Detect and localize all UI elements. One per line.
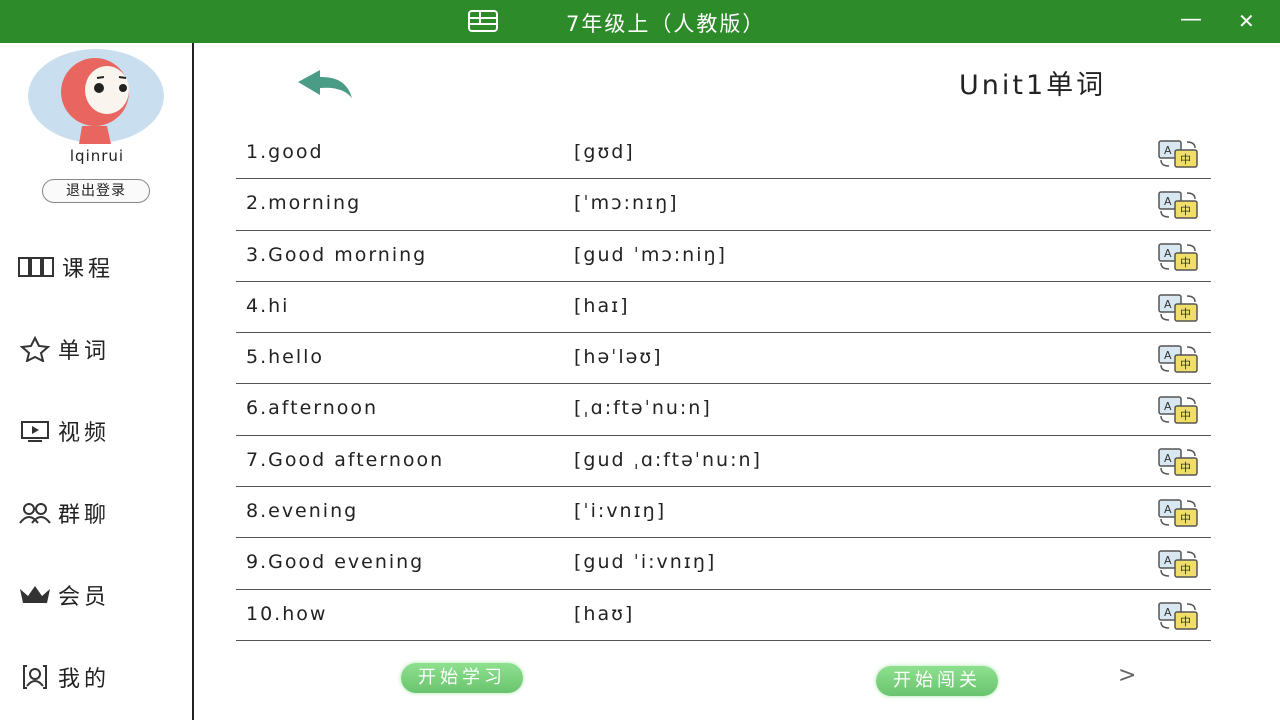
next-page-button[interactable]: > xyxy=(1118,663,1136,688)
translate-icon[interactable]: A中 xyxy=(1157,447,1201,477)
svg-text:A: A xyxy=(1164,247,1172,260)
word-row[interactable]: 9.Good evening [gud ˈi:vnɪŋ] A 中 xyxy=(236,538,1211,590)
word-phonetic: [gud ˌɑ:ftəˈnu:n] xyxy=(574,448,762,471)
logout-button[interactable]: 退出登录 xyxy=(42,179,150,203)
word-label: 10.how xyxy=(246,602,328,625)
word-phonetic: [ˈmɔ:nɪŋ] xyxy=(574,192,679,215)
window-title: 7年级上（人教版） xyxy=(566,12,766,36)
username: lqinrui xyxy=(69,147,125,165)
word-phonetic: [gud ˈi:vnɪŋ] xyxy=(574,551,717,574)
svg-text:中: 中 xyxy=(1180,512,1191,525)
word-label: 1.good xyxy=(246,141,324,163)
back-arrow-icon[interactable] xyxy=(296,68,356,104)
start-challenge-button[interactable]: 开始闯关 xyxy=(876,666,998,696)
word-list: 1.good [gʊd] A 中 2.morning [ˈmɔ:nɪŋ] A 中 3.Good … xyxy=(236,128,1211,641)
svg-text:中: 中 xyxy=(1180,358,1191,371)
sidebar: lqinrui 退出登录 课程 单词 视频 群聊 会员 我的 xyxy=(0,43,194,720)
sidebar-item-label: 课程 xyxy=(62,257,115,282)
word-row[interactable]: 1.good [gʊd] A 中 xyxy=(236,128,1211,180)
svg-text:中: 中 xyxy=(1180,307,1191,320)
svg-text:A: A xyxy=(1164,349,1172,362)
svg-text:A: A xyxy=(1164,503,1172,516)
svg-text:中: 中 xyxy=(1180,256,1191,269)
word-row[interactable]: 7.Good afternoon [gud ˌɑ:ftəˈnu:n] A 中 xyxy=(236,436,1211,488)
svg-text:A: A xyxy=(1164,144,1172,157)
translate-icon[interactable]: A中 xyxy=(1157,190,1201,220)
svg-text:A: A xyxy=(1164,554,1172,567)
word-label: 9.Good evening xyxy=(246,551,425,574)
word-phonetic: [haɪ] xyxy=(574,294,630,317)
word-row[interactable]: 2.morning [ˈmɔ:nɪŋ] A 中 xyxy=(236,179,1211,231)
sidebar-item-label: 视频 xyxy=(58,421,111,446)
sidebar-item-label: 我的 xyxy=(58,667,111,692)
sidebar-item-mine[interactable]: 我的 xyxy=(18,661,110,693)
profile-icon xyxy=(23,665,47,689)
sidebar-item-membership[interactable]: 会员 xyxy=(18,579,110,611)
crown-icon xyxy=(20,586,50,603)
word-label: 6.afternoon xyxy=(246,397,379,420)
svg-text:A: A xyxy=(1164,452,1172,465)
svg-text:中: 中 xyxy=(1180,204,1191,217)
svg-text:A: A xyxy=(1164,400,1172,413)
start-learning-button[interactable]: 开始学习 xyxy=(401,663,523,693)
video-icon xyxy=(21,421,49,442)
word-label: 2.morning xyxy=(246,192,362,215)
translate-icon[interactable]: A中 xyxy=(1157,139,1201,169)
word-phonetic: [ˈi:vnɪŋ] xyxy=(574,500,667,523)
sidebar-item-group-chat[interactable]: 群聊 xyxy=(18,497,110,529)
translate-icon[interactable]: A中 xyxy=(1157,344,1201,374)
translate-icon[interactable]: A中 xyxy=(1157,601,1201,631)
book-icon xyxy=(18,257,54,277)
word-label: 7.Good afternoon xyxy=(246,448,445,471)
word-phonetic: [haʊ] xyxy=(574,602,635,625)
word-row[interactable]: 4.hi [haɪ] A 中 xyxy=(236,282,1211,334)
group-icon xyxy=(19,503,51,524)
word-row[interactable]: 6.afternoon [ˌɑ:ftəˈnu:n] A 中 xyxy=(236,384,1211,436)
word-label: 3.Good morning xyxy=(246,243,428,266)
svg-text:A: A xyxy=(1164,195,1172,208)
translate-icon[interactable]: A中 xyxy=(1157,395,1201,425)
main-content: Unit1单词 1.good [gʊd] A 中 2.morning [ˈmɔ:nɪŋ] A… xyxy=(196,43,1280,720)
svg-text:中: 中 xyxy=(1180,563,1191,576)
title-bar: 7年级上（人教版） — ✕ xyxy=(0,0,1280,43)
word-row[interactable]: 8.evening [ˈi:vnɪŋ] A 中 xyxy=(236,487,1211,539)
svg-text:中: 中 xyxy=(1180,615,1191,628)
app-logo-icon xyxy=(468,10,498,32)
word-phonetic: [gʊd] xyxy=(574,141,635,163)
minimize-button[interactable]: — xyxy=(1180,7,1202,32)
word-phonetic: [həˈləʊ] xyxy=(574,346,663,369)
translate-icon[interactable]: A中 xyxy=(1157,293,1201,323)
unit-title: Unit1单词 xyxy=(959,70,1107,101)
close-button[interactable]: ✕ xyxy=(1238,9,1255,33)
translate-icon[interactable]: A中 xyxy=(1157,242,1201,272)
star-icon xyxy=(19,336,51,362)
word-label: 8.evening xyxy=(246,500,359,523)
translate-icon[interactable]: A中 xyxy=(1157,498,1201,528)
sidebar-item-label: 群聊 xyxy=(58,503,111,528)
svg-text:A: A xyxy=(1164,606,1172,619)
word-phonetic: [gud ˈmɔ:niŋ] xyxy=(574,243,727,266)
word-label: 5.hello xyxy=(246,346,325,369)
word-row[interactable]: 10.how [haʊ] A 中 xyxy=(236,590,1211,641)
word-label: 4.hi xyxy=(246,294,290,317)
sidebar-item-videos[interactable]: 视频 xyxy=(18,415,110,447)
svg-text:中: 中 xyxy=(1180,153,1191,166)
svg-text:A: A xyxy=(1164,298,1172,311)
translate-icon[interactable]: A中 xyxy=(1157,549,1201,579)
sidebar-item-label: 会员 xyxy=(58,585,111,610)
sidebar-item-label: 单词 xyxy=(58,339,111,364)
sidebar-item-courses[interactable]: 课程 xyxy=(18,251,114,283)
sidebar-item-words[interactable]: 单词 xyxy=(18,333,110,365)
word-row[interactable]: 3.Good morning [gud ˈmɔ:niŋ] A 中 xyxy=(236,231,1211,282)
word-phonetic: [ˌɑ:ftəˈnu:n] xyxy=(574,397,712,420)
word-row[interactable]: 5.hello [həˈləʊ] A 中 xyxy=(236,333,1211,385)
avatar[interactable] xyxy=(27,48,165,144)
svg-text:中: 中 xyxy=(1180,461,1191,474)
svg-text:中: 中 xyxy=(1180,409,1191,422)
